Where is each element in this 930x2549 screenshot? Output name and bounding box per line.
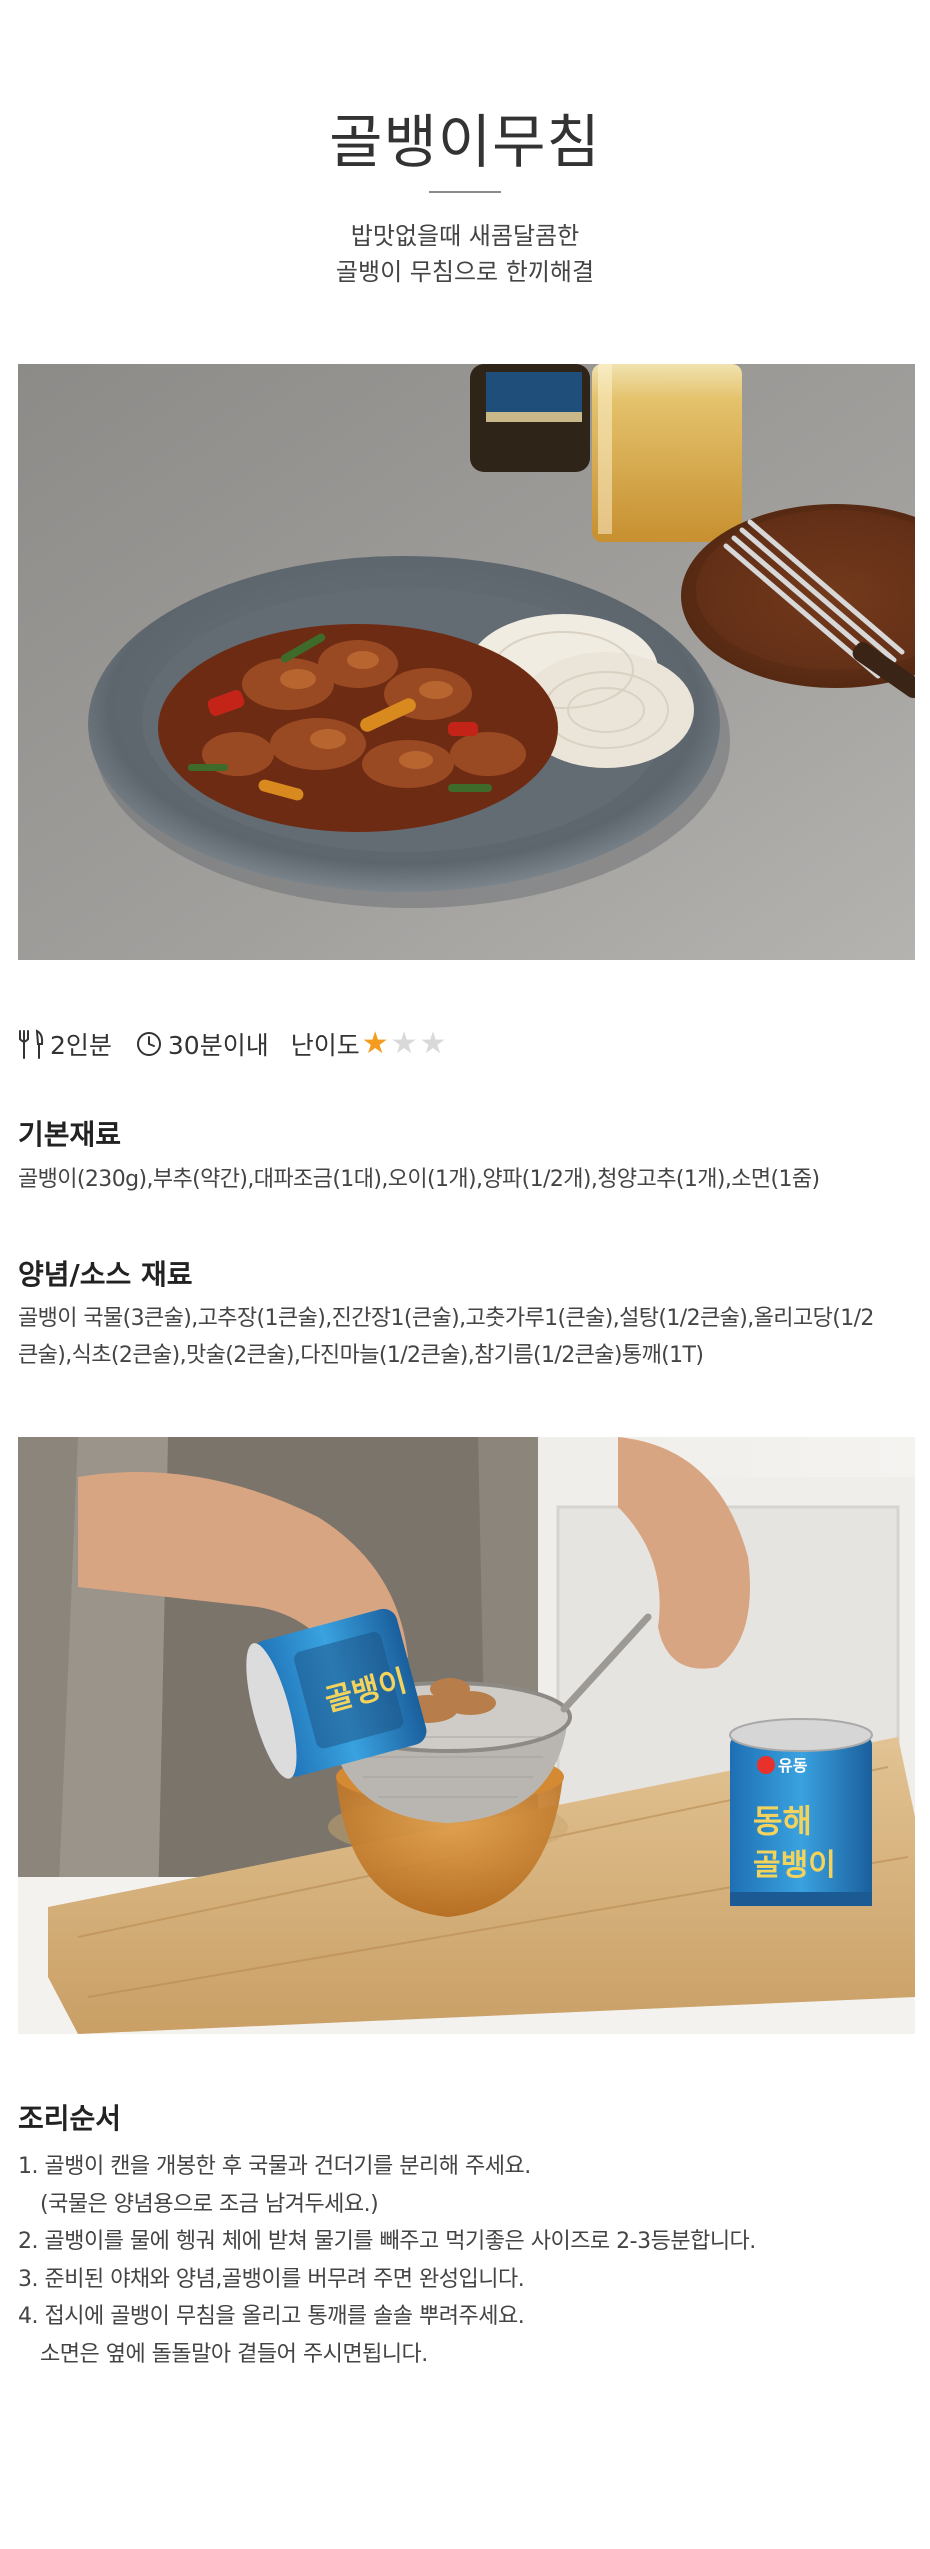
can-brand-text: 유동 — [778, 1756, 808, 1775]
step-4-note: 소면은 옆에 돌돌말아 곁들어 주시면됩니다. — [40, 2341, 428, 2367]
step-1-note: (국물은 양념용으로 조금 남겨두세요.) — [40, 2191, 379, 2217]
step-1: 1. 골뱅이 캔을 개봉한 후 국물과 건더기를 분리해 주세요. — [18, 2154, 531, 2179]
servings-text: 2인분 — [50, 1031, 112, 1060]
steps-heading: 조리순서 — [18, 2102, 122, 2135]
ingredients-line: 골뱅이(230g),부추(약간),대파조금(1대),오이(1개),양파(1/2개… — [18, 1167, 820, 1192]
difficulty-label: 난이도 — [290, 1031, 360, 1060]
cooking-photo: 골뱅이 유동 동해 골뱅이 — [18, 1437, 915, 2034]
star-empty-icon: ★ — [419, 1026, 447, 1061]
dish-photo — [18, 364, 915, 960]
step-3: 3. 준비된 야채와 양념,골뱅이를 버무려 주면 완성입니다. — [18, 2266, 525, 2292]
servings-info: 2인분 — [18, 1026, 112, 1062]
time-text: 30분이내 — [167, 1031, 269, 1060]
sauce-line-2: 큰술),식초(2큰술),맛술(2큰술),다진마늘(1/2큰술),참기름(1/2큰… — [18, 1343, 704, 1368]
clock-icon — [136, 1032, 161, 1056]
utensils-icon — [19, 1029, 44, 1059]
ingredients-text: 골뱅이(230g),부추(약간),대파조금(1대),오이(1개),양파(1/2개… — [18, 1161, 908, 1198]
star-filled-icon: ★ — [361, 1026, 389, 1061]
page-title: 골뱅이무침 — [329, 108, 601, 176]
difficulty-info: 난이도 ★ ★ ★ — [291, 1026, 449, 1062]
can-name-text: 골뱅이 — [753, 1848, 836, 1883]
subtitle-line-2: 골뱅이 무침으로 한끼해결 — [335, 258, 595, 286]
subtitle: 밥맛없을때 새콤달콤한 골뱅이 무침으로 한끼해결 — [0, 218, 930, 290]
time-info: 30분이내 — [134, 1026, 269, 1062]
sauce-line-1: 골뱅이 국물(3큰술),고추장(1큰술),진간장1(큰술),고춧가루1(큰술),… — [18, 1306, 874, 1331]
subtitle-line-1: 밥맛없을때 새콤달콤한 — [350, 222, 580, 250]
step-4: 4. 접시에 골뱅이 무침을 올리고 통깨를 솔솔 뿌려주세요. — [18, 2304, 525, 2329]
title-divider — [429, 191, 501, 193]
sauce-text: 골뱅이 국물(3큰술),고추장(1큰술),진간장1(큰술),고춧가루1(큰술),… — [18, 1300, 908, 1374]
difficulty-stars: ★ ★ ★ — [362, 1029, 449, 1059]
step-2: 2. 골뱅이를 물에 헹궈 체에 받쳐 물기를 빼주고 먹기좋은 사이즈로 2-… — [18, 2229, 756, 2254]
star-empty-icon: ★ — [390, 1026, 418, 1061]
ingredients-heading: 기본재료 — [18, 1118, 122, 1151]
sauce-heading: 양념/소스 재료 — [18, 1258, 193, 1291]
recipe-info-row: 2인분 30분이내 난이도 ★ ★ ★ — [18, 1024, 470, 1064]
can-tag-text: 동해 — [753, 1802, 812, 1840]
steps-list: 1. 골뱅이 캔을 개봉한 후 국물과 건더기를 분리해 주세요. (국물은 양… — [18, 2148, 908, 2373]
